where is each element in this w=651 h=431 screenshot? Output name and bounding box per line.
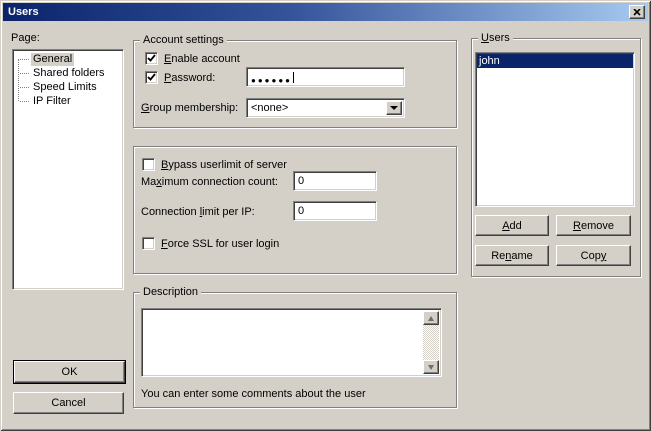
description-hint: You can enter some comments about the us… bbox=[141, 388, 366, 400]
add-user-button[interactable]: Add bbox=[475, 215, 549, 236]
password-input[interactable]: ●●●●●● bbox=[246, 67, 405, 87]
arrow-down-icon bbox=[428, 365, 434, 370]
copy-user-button[interactable]: Copy bbox=[556, 245, 631, 266]
page-item-label: IP Filter bbox=[31, 95, 73, 108]
text-cursor bbox=[293, 72, 294, 83]
rename-button-label: Rename bbox=[491, 250, 533, 262]
max-connection-value: 0 bbox=[294, 172, 376, 188]
page-item-label: Shared folders bbox=[31, 67, 107, 80]
checkmark-icon bbox=[147, 54, 156, 63]
page-item-shared-folders[interactable]: Shared folders bbox=[15, 66, 123, 80]
group-membership-value: <none> bbox=[247, 99, 404, 115]
ip-limit-value: 0 bbox=[294, 202, 376, 218]
description-scrollbar[interactable] bbox=[423, 311, 439, 374]
arrow-up-icon bbox=[428, 316, 434, 321]
page-item-label: General bbox=[31, 53, 74, 66]
tree-stub bbox=[20, 101, 29, 102]
page-item-speed-limits[interactable]: Speed Limits bbox=[15, 80, 123, 94]
user-name: john bbox=[479, 55, 500, 67]
users-listbox[interactable]: john bbox=[475, 52, 635, 207]
remove-button-label: Remove bbox=[573, 220, 614, 232]
max-connection-input[interactable]: 0 bbox=[293, 171, 377, 191]
bypass-userlimit-label: Bypass userlimit of server bbox=[161, 159, 287, 171]
remove-user-button[interactable]: Remove bbox=[556, 215, 631, 236]
password-checkbox[interactable] bbox=[145, 71, 158, 84]
group-membership-select[interactable]: <none> bbox=[246, 98, 405, 118]
bypass-userlimit-checkbox[interactable] bbox=[142, 158, 155, 171]
chevron-down-icon bbox=[390, 106, 398, 110]
enable-account-label: Enable account bbox=[164, 53, 240, 65]
page-label: Page: bbox=[11, 32, 40, 44]
cancel-button-label: Cancel bbox=[51, 397, 85, 409]
account-settings-title: Account settings bbox=[140, 34, 227, 46]
users-dialog: Users Page: General Shared folders Speed… bbox=[0, 0, 651, 431]
ip-limit-label: Connection limit per IP: bbox=[141, 206, 255, 218]
enable-account-checkbox[interactable] bbox=[145, 52, 158, 65]
scroll-up-button[interactable] bbox=[423, 311, 439, 325]
tree-stub bbox=[20, 59, 29, 60]
group-membership-label: Group membership: bbox=[141, 102, 238, 114]
cancel-button[interactable]: Cancel bbox=[13, 392, 124, 414]
add-button-label: Add bbox=[502, 220, 522, 232]
description-textarea[interactable] bbox=[141, 308, 442, 377]
ok-button[interactable]: OK bbox=[14, 361, 125, 383]
user-list-item[interactable]: john bbox=[477, 54, 633, 68]
checkmark-icon bbox=[147, 73, 156, 82]
ip-limit-input[interactable]: 0 bbox=[293, 201, 377, 221]
ok-button-label: OK bbox=[62, 366, 78, 378]
close-button[interactable] bbox=[629, 5, 645, 19]
dropdown-button[interactable] bbox=[386, 101, 402, 115]
window-title: Users bbox=[3, 6, 39, 18]
page-listbox[interactable]: General Shared folders Speed Limits IP F… bbox=[12, 49, 124, 290]
scroll-down-button[interactable] bbox=[423, 360, 439, 374]
page-item-general[interactable]: General bbox=[15, 52, 123, 66]
password-value: ●●●●●● bbox=[251, 68, 292, 89]
password-label: Password: bbox=[164, 72, 215, 84]
max-connection-label: Maximum connection count: bbox=[141, 176, 278, 188]
page-item-ip-filter[interactable]: IP Filter bbox=[15, 94, 123, 108]
tree-stub bbox=[20, 87, 29, 88]
copy-button-label: Copy bbox=[581, 250, 607, 262]
rename-user-button[interactable]: Rename bbox=[475, 245, 549, 266]
force-ssl-label: Force SSL for user login bbox=[161, 238, 279, 250]
title-bar[interactable]: Users bbox=[3, 3, 648, 21]
page-item-label: Speed Limits bbox=[31, 81, 99, 94]
description-title: Description bbox=[140, 286, 201, 298]
force-ssl-checkbox[interactable] bbox=[142, 237, 155, 250]
close-icon bbox=[633, 9, 641, 16]
tree-stub bbox=[20, 73, 29, 74]
users-group-title: Users bbox=[478, 32, 513, 44]
description-text bbox=[142, 309, 441, 312]
